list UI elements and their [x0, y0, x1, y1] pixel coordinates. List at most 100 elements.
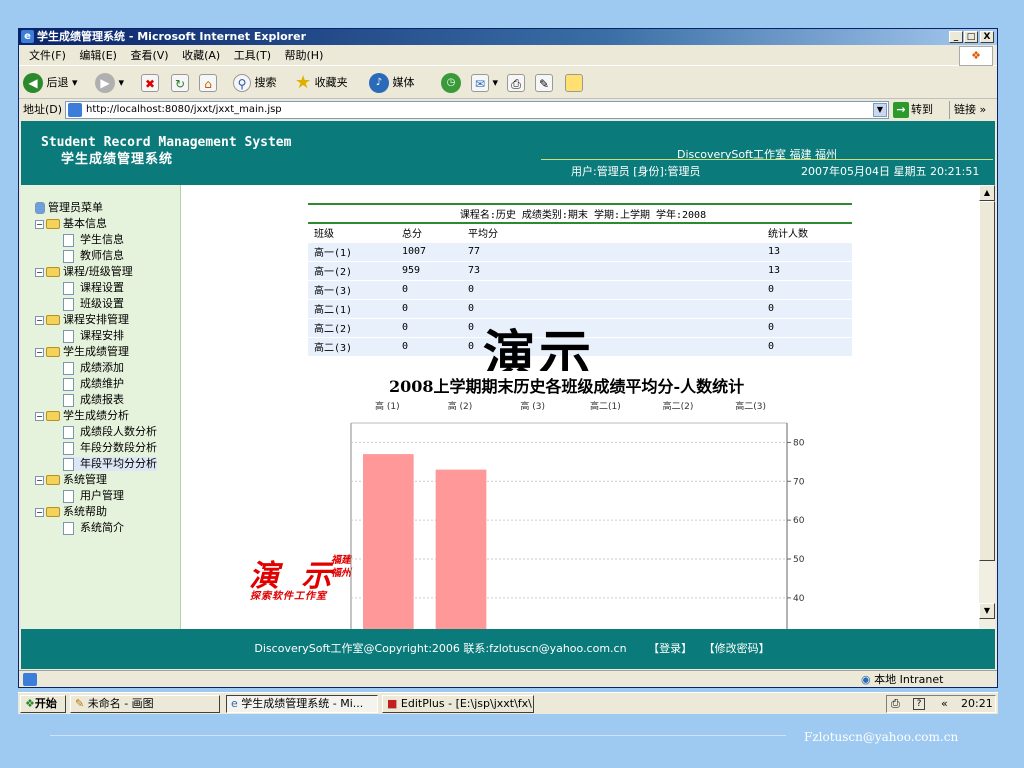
vertical-scrollbar[interactable]: ▲ ▼	[979, 185, 995, 629]
mail-button[interactable]: ✉ ▾	[471, 72, 498, 94]
go-button[interactable]: → 转到	[893, 101, 933, 119]
media-button[interactable]: ♪ 媒体	[369, 72, 415, 94]
refresh-button[interactable]: ↻	[171, 72, 189, 94]
cell-class: 高二(3)	[308, 337, 396, 357]
address-input[interactable]: http://localhost:8080/jxxt/jxxt_main.jsp	[65, 101, 889, 119]
zone-indicator: ◉ 本地 Intranet	[861, 672, 943, 688]
table-caption: 课程名:历史 成绩类别:期末 学期:上学期 学年:2008	[308, 203, 852, 224]
menu-root-icon	[35, 202, 45, 214]
y-tick-label: 40	[793, 594, 805, 604]
stop-button[interactable]: ✖	[141, 72, 159, 94]
table-row: 高一(2) 959 73 13	[308, 261, 852, 281]
menu-favorites[interactable]: 收藏(A)	[182, 46, 220, 66]
maximize-button[interactable]: □	[964, 31, 978, 43]
document-icon	[63, 249, 74, 263]
start-label: 开始	[34, 697, 57, 710]
menu-help[interactable]: 帮助(H)	[285, 46, 324, 66]
cell-total: 1007	[396, 242, 462, 262]
home-button[interactable]: ⌂	[199, 72, 217, 94]
sidebar-item-class-settings[interactable]: 班级设置	[63, 297, 124, 311]
cell-total: 0	[396, 337, 462, 357]
search-button[interactable]: ⚲ 搜索	[233, 72, 277, 94]
paint-icon: ✎	[75, 697, 85, 710]
sidebar-item-grade-segment[interactable]: 年段分数段分析	[63, 441, 157, 455]
sidebar-item-course-settings[interactable]: 课程设置	[63, 281, 124, 295]
sidebar-item-student-info[interactable]: 学生信息	[63, 233, 124, 247]
sidebar-item-system-intro[interactable]: 系统简介	[63, 521, 124, 535]
sidebar-item-teacher-info[interactable]: 教师信息	[63, 249, 124, 263]
zone-label: 本地 Intranet	[874, 673, 944, 686]
print-button[interactable]: ⎙	[507, 72, 525, 94]
sidebar-item-segment-count[interactable]: 成绩段人数分析	[63, 425, 157, 439]
task-ie[interactable]: e 学生成绩管理系统 - Mi...	[226, 695, 378, 713]
folder-icon	[46, 347, 60, 357]
sidebar-item-user-management[interactable]: 用户管理	[63, 489, 124, 503]
sidebar-item-grade-maintain[interactable]: 成绩维护	[63, 377, 124, 391]
sidebar-item-grade-report[interactable]: 成绩报表	[63, 393, 124, 407]
menu-edit[interactable]: 编辑(E)	[79, 46, 117, 66]
links-button[interactable]: 链接 »	[949, 101, 986, 119]
menu-tools[interactable]: 工具(T)	[234, 46, 271, 66]
sidebar-group-label: 学生成绩分析	[63, 409, 129, 422]
sidebar-item-course-schedule[interactable]: 课程安排	[63, 329, 124, 343]
sidebar-item-grade-add[interactable]: 成绩添加	[63, 361, 124, 375]
folder-button[interactable]	[565, 72, 583, 94]
close-button[interactable]: X	[980, 31, 994, 43]
back-button[interactable]: ◀ 后退 ▾	[23, 72, 78, 94]
col-header-class: 班级	[308, 222, 396, 243]
favorites-button[interactable]: ★ 收藏夹	[295, 72, 348, 94]
slide-divider	[50, 735, 786, 736]
sidebar-group-grades[interactable]: − 学生成绩管理	[35, 345, 129, 359]
menu-file[interactable]: 文件(F)	[29, 46, 66, 66]
sidebar-group-course[interactable]: − 课程/班级管理	[35, 265, 133, 279]
sidebar-item-average-analysis[interactable]: 年段平均分分析	[63, 457, 157, 471]
sidebar-group-schedule[interactable]: − 课程安排管理	[35, 313, 129, 327]
help-tray-icon[interactable]: ?	[913, 698, 925, 710]
history-icon: ◷	[441, 73, 461, 93]
cell-total: 0	[396, 299, 462, 319]
forward-button[interactable]: ▶ ▾	[95, 72, 124, 94]
history-button[interactable]: ◷	[441, 72, 461, 94]
search-icon: ⚲	[233, 74, 251, 92]
taskbar: ❖开始 ✎ 未命名 - 画图 e 学生成绩管理系统 - Mi... ■ Edit…	[18, 692, 998, 714]
collapse-icon: −	[35, 315, 44, 325]
demo-watermark-sub: 探索软件工作室	[250, 591, 327, 602]
scroll-thumb[interactable]	[979, 201, 995, 561]
cell-average: 73	[462, 261, 762, 281]
task-paint[interactable]: ✎ 未命名 - 画图	[70, 695, 220, 713]
col-header-total: 总分	[396, 222, 462, 243]
edit-button[interactable]: ✎	[535, 72, 553, 94]
cell-count: 13	[762, 261, 852, 281]
sidebar-group-help[interactable]: − 系统帮助	[35, 505, 107, 519]
tray-expand-icon[interactable]: «	[941, 696, 948, 712]
sidebar-group-system[interactable]: − 系统管理	[35, 473, 107, 487]
change-password-link[interactable]: 【修改密码】	[704, 642, 770, 655]
page-icon	[68, 103, 82, 117]
task-editplus[interactable]: ■ EditPlus - [E:\jsp\jxxt\fx\...	[382, 695, 534, 713]
col-header-average: 平均分	[462, 222, 762, 243]
minimize-button[interactable]: _	[949, 31, 963, 43]
start-button[interactable]: ❖开始	[20, 695, 66, 713]
sidebar-group-basic[interactable]: − 基本信息	[35, 217, 107, 231]
sidebar-group-analysis[interactable]: − 学生成绩分析	[35, 409, 129, 423]
document-icon	[63, 393, 74, 407]
folder-icon	[46, 219, 60, 229]
y-tick-label: 80	[793, 438, 805, 448]
status-bar: ◉ 本地 Intranet	[19, 670, 997, 688]
login-link[interactable]: 【登录】	[648, 642, 692, 655]
system-tray: ⎙ ? « 20:21	[886, 695, 996, 713]
page-content: Student Record Management System 学生成绩管理系…	[21, 121, 995, 669]
menu-view[interactable]: 查看(V)	[130, 46, 168, 66]
windows-logo-icon: ❖	[959, 46, 993, 66]
folder-icon	[46, 507, 60, 517]
sidebar-item-label: 年段分数段分析	[80, 441, 157, 454]
address-dropdown-icon[interactable]: ▼	[873, 103, 887, 117]
sidebar-root[interactable]: 管理员菜单	[35, 201, 103, 215]
scroll-up-icon[interactable]: ▲	[979, 185, 995, 201]
cell-count: 0	[762, 337, 852, 357]
scroll-down-icon[interactable]: ▼	[979, 603, 995, 619]
favorites-label: 收藏夹	[314, 76, 348, 89]
document-icon	[63, 297, 74, 311]
cell-count: 0	[762, 318, 852, 338]
printer-tray-icon[interactable]: ⎙	[891, 696, 900, 712]
